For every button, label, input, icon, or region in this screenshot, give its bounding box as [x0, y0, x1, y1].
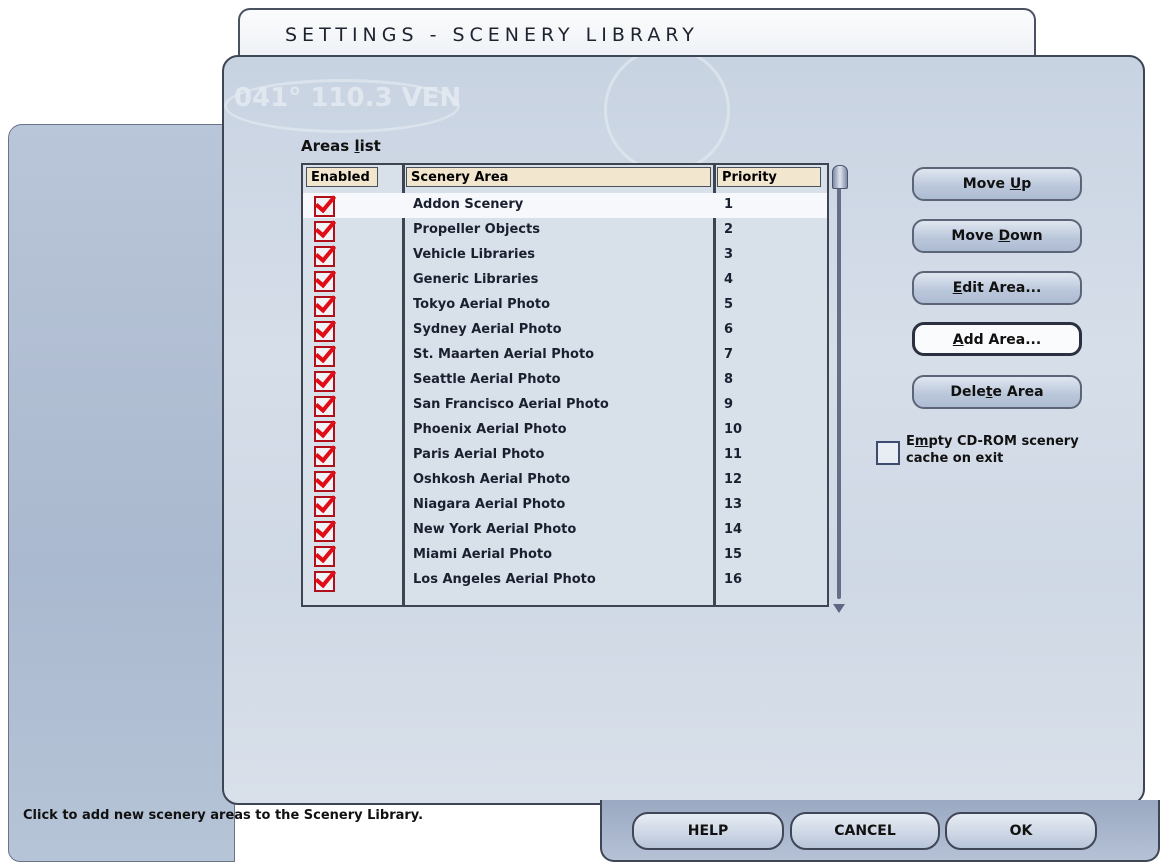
list-scrollbar[interactable] — [832, 165, 848, 613]
list-row[interactable]: Generic Libraries 4 — [303, 268, 827, 293]
scenery-area-name: Propeller Objects — [413, 222, 540, 237]
list-row[interactable]: Sydney Aerial Photo 6 — [303, 318, 827, 343]
scenery-area-name: San Francisco Aerial Photo — [413, 397, 609, 412]
enabled-checkbox[interactable] — [314, 571, 335, 592]
column-header-scenery-area[interactable]: Scenery Area — [406, 167, 711, 187]
priority-value: 10 — [724, 422, 743, 437]
enabled-checkbox[interactable] — [314, 271, 335, 292]
page-title: SETTINGS - SCENERY LIBRARY — [285, 24, 699, 46]
decorative-frequency-text: 041° 110.3 VEN — [234, 83, 462, 113]
enabled-checkbox[interactable] — [314, 496, 335, 517]
scenery-area-name: Vehicle Libraries — [413, 247, 536, 262]
enabled-checkbox[interactable] — [314, 446, 335, 467]
enabled-checkbox[interactable] — [314, 546, 335, 567]
scrollbar-track[interactable] — [837, 179, 841, 599]
priority-value: 13 — [724, 497, 743, 512]
list-row[interactable]: Addon Scenery 1 — [303, 193, 827, 218]
scenery-area-name: Generic Libraries — [413, 272, 539, 287]
column-header-enabled[interactable]: Enabled — [306, 167, 378, 187]
scrollbar-thumb[interactable] — [832, 165, 848, 189]
scenery-area-name: Oshkosh Aerial Photo — [413, 472, 571, 487]
priority-value: 14 — [724, 522, 743, 537]
scenery-area-name: Miami Aerial Photo — [413, 547, 553, 562]
list-row[interactable]: Paris Aerial Photo 11 — [303, 443, 827, 468]
move-up-button[interactable]: Move Up — [912, 167, 1082, 201]
list-row[interactable]: Phoenix Aerial Photo 10 — [303, 418, 827, 443]
enabled-checkbox[interactable] — [314, 471, 335, 492]
enabled-checkbox[interactable] — [314, 196, 335, 217]
scenery-area-name: Niagara Aerial Photo — [413, 497, 566, 512]
scroll-down-arrow-icon[interactable] — [833, 604, 845, 613]
enabled-checkbox[interactable] — [314, 371, 335, 392]
cancel-button[interactable]: CANCEL — [790, 812, 940, 850]
empty-cd-cache-checkbox[interactable] — [876, 441, 900, 465]
status-message: Click to add new scenery areas to the Sc… — [23, 808, 424, 823]
list-row[interactable]: Seattle Aerial Photo 8 — [303, 368, 827, 393]
list-row[interactable]: Niagara Aerial Photo 13 — [303, 493, 827, 518]
left-background-panel — [8, 124, 235, 862]
priority-value: 4 — [724, 272, 734, 287]
priority-value: 9 — [724, 397, 734, 412]
column-header-priority[interactable]: Priority — [717, 167, 821, 187]
priority-value: 2 — [724, 222, 734, 237]
priority-value: 1 — [724, 197, 734, 212]
list-row[interactable]: Vehicle Libraries 3 — [303, 243, 827, 268]
scenery-area-name: Tokyo Aerial Photo — [413, 297, 551, 312]
enabled-checkbox[interactable] — [314, 246, 335, 267]
list-row[interactable]: Oshkosh Aerial Photo 12 — [303, 468, 827, 493]
scenery-area-name: St. Maarten Aerial Photo — [413, 347, 595, 362]
enabled-checkbox[interactable] — [314, 296, 335, 317]
main-panel: 041° 110.3 VEN Areas list Enabled Scener… — [222, 55, 1145, 805]
enabled-checkbox[interactable] — [314, 321, 335, 342]
list-row[interactable]: Miami Aerial Photo 15 — [303, 543, 827, 568]
scenery-area-name: Phoenix Aerial Photo — [413, 422, 567, 437]
scenery-area-name: Seattle Aerial Photo — [413, 372, 561, 387]
list-header: Enabled Scenery Area Priority — [303, 165, 827, 187]
scenery-area-name: Los Angeles Aerial Photo — [413, 572, 596, 587]
list-row[interactable]: New York Aerial Photo 14 — [303, 518, 827, 543]
delete-area-button[interactable]: Delete Area — [912, 375, 1082, 409]
list-row[interactable]: St. Maarten Aerial Photo 7 — [303, 343, 827, 368]
scenery-area-name: Paris Aerial Photo — [413, 447, 545, 462]
priority-value: 7 — [724, 347, 734, 362]
empty-cd-cache-label[interactable]: Empty CD-ROM scenery cache on exit — [906, 433, 1136, 467]
ok-button[interactable]: OK — [945, 812, 1097, 850]
scenery-area-name: New York Aerial Photo — [413, 522, 577, 537]
priority-value: 8 — [724, 372, 734, 387]
move-down-button[interactable]: Move Down — [912, 219, 1082, 253]
enabled-checkbox[interactable] — [314, 521, 335, 542]
priority-value: 5 — [724, 297, 734, 312]
areas-list[interactable]: Enabled Scenery Area Priority Addon Scen… — [301, 163, 829, 607]
priority-value: 15 — [724, 547, 743, 562]
decorative-compass — [604, 57, 730, 173]
enabled-checkbox[interactable] — [314, 421, 335, 442]
list-row[interactable]: Tokyo Aerial Photo 5 — [303, 293, 827, 318]
list-row[interactable]: Los Angeles Aerial Photo 16 — [303, 568, 827, 593]
enabled-checkbox[interactable] — [314, 221, 335, 242]
edit-area-button[interactable]: Edit Area... — [912, 271, 1082, 305]
priority-value: 11 — [724, 447, 743, 462]
help-button[interactable]: HELP — [632, 812, 784, 850]
list-row[interactable]: San Francisco Aerial Photo 9 — [303, 393, 827, 418]
enabled-checkbox[interactable] — [314, 346, 335, 367]
scenery-area-name: Addon Scenery — [413, 197, 524, 212]
areas-list-label: Areas list — [301, 137, 381, 155]
priority-value: 6 — [724, 322, 734, 337]
enabled-checkbox[interactable] — [314, 396, 335, 417]
add-area-button[interactable]: Add Area... — [912, 322, 1082, 356]
scenery-area-name: Sydney Aerial Photo — [413, 322, 562, 337]
list-row[interactable]: Propeller Objects 2 — [303, 218, 827, 243]
priority-value: 16 — [724, 572, 743, 587]
priority-value: 3 — [724, 247, 734, 262]
priority-value: 12 — [724, 472, 743, 487]
